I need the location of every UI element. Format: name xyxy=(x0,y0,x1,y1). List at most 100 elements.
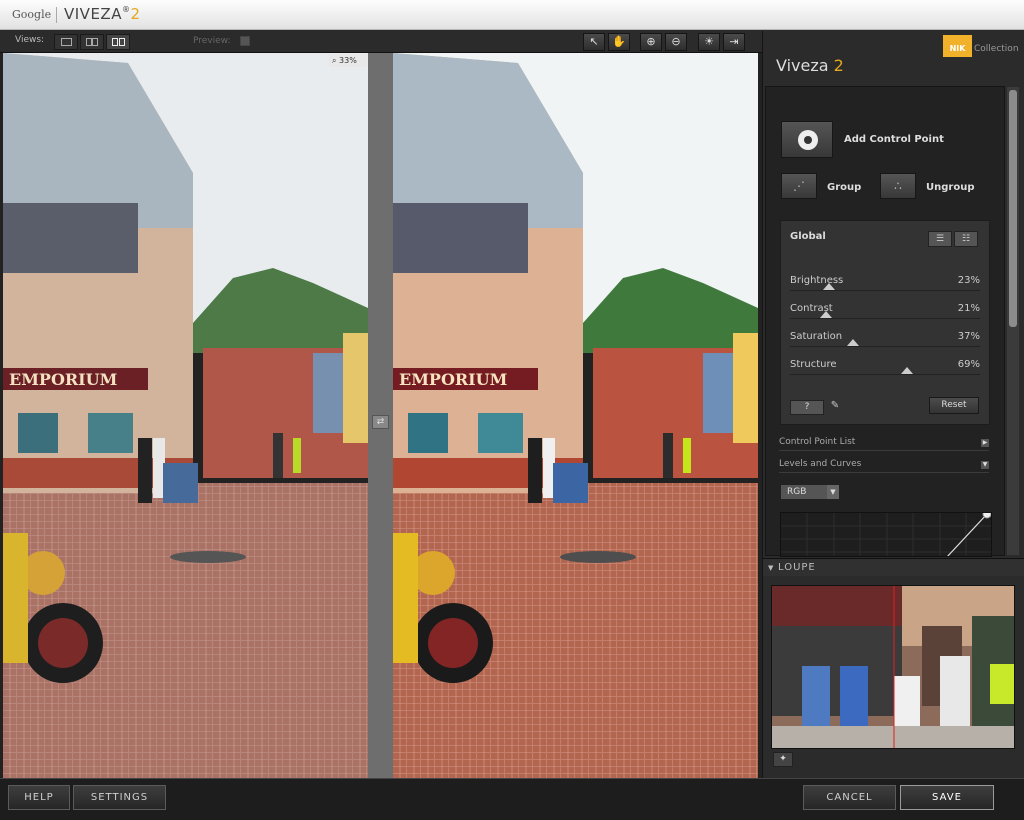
list-collapse-icon: ☰ xyxy=(935,234,945,244)
levels-curves-section[interactable]: Levels and Curves ▼ xyxy=(779,459,989,473)
view-toolbar: Views: Preview: ↖ ✋ ⊕ ⊖ ☀ ⇥ xyxy=(0,31,762,53)
side-by-side-view-button[interactable] xyxy=(106,34,130,50)
saturation-slider[interactable]: Saturation 37% xyxy=(790,331,980,359)
zoom-in-button[interactable]: ⊕ xyxy=(640,33,662,51)
group-icon: ⋰ xyxy=(793,179,805,193)
hand-icon: ✋ xyxy=(612,35,626,48)
split-right-icon xyxy=(92,38,98,46)
chevron-down-icon[interactable]: ▼ xyxy=(981,461,989,469)
views-label: Views: xyxy=(15,35,45,45)
help-button[interactable]: HELP xyxy=(8,785,70,810)
ungroup-button[interactable]: ∴ xyxy=(880,173,916,199)
control-point-dot xyxy=(804,136,812,144)
bulb-icon: ☀ xyxy=(704,35,714,48)
slider-track[interactable] xyxy=(790,318,980,319)
collapse-button[interactable]: ☰ xyxy=(928,231,952,247)
slider-value: 37% xyxy=(957,331,980,342)
google-brand: Google xyxy=(12,8,52,21)
pin-icon[interactable]: ✦ xyxy=(773,752,793,767)
original-photo: EMPORIUM xyxy=(3,53,368,778)
chevron-down-icon: ▼ xyxy=(768,564,775,572)
dropdown-arrow-icon: ▼ xyxy=(827,485,839,499)
ungroup-label[interactable]: Ungroup xyxy=(926,182,974,193)
slider-value: 21% xyxy=(957,303,980,314)
nik-logo: NIK xyxy=(943,35,972,57)
side-left-icon xyxy=(112,38,118,46)
scrollbar-thumb[interactable] xyxy=(1009,90,1017,327)
slider-track[interactable] xyxy=(790,374,980,375)
chevron-right-icon[interactable]: ▶ xyxy=(981,439,989,447)
group-label[interactable]: Group xyxy=(827,182,861,193)
global-title: Global xyxy=(790,231,826,242)
slider-value: 69% xyxy=(957,359,980,370)
preview-label: Preview: xyxy=(193,36,231,46)
cancel-button[interactable]: CANCEL xyxy=(803,785,896,810)
export-icon: ⇥ xyxy=(729,35,739,48)
slider-handle[interactable] xyxy=(846,339,859,346)
add-control-point-label[interactable]: Add Control Point xyxy=(844,134,944,145)
preview-checkbox[interactable] xyxy=(240,36,250,46)
channel-value: RGB xyxy=(787,487,807,497)
zoom-out-button[interactable]: ⊖ xyxy=(665,33,687,51)
curves-graph[interactable] xyxy=(780,512,992,557)
export-button[interactable]: ⇥ xyxy=(723,33,745,51)
single-view-button[interactable] xyxy=(54,34,78,50)
title-bar: Google VIVEZA®2 xyxy=(0,0,1024,30)
background-button[interactable]: ☀ xyxy=(698,33,720,51)
slider-label: Brightness xyxy=(790,275,844,286)
settings-button[interactable]: SETTINGS xyxy=(73,785,166,810)
slider-handle[interactable] xyxy=(819,311,832,318)
panel-title: Viveza 2 xyxy=(776,56,844,75)
channel-select[interactable]: RGB ▼ xyxy=(780,484,840,500)
loupe-label: LOUPE xyxy=(778,562,816,573)
split-view-button[interactable] xyxy=(80,34,104,50)
panel-title-version: 2 xyxy=(833,56,844,75)
magnifier-icon: ⌕ xyxy=(332,56,337,65)
hand-tool-button[interactable]: ✋ xyxy=(608,33,630,51)
viveza-window: Google VIVEZA®2 Views: Preview: ↖ ✋ ⊕ ⊖ … xyxy=(0,0,1024,820)
control-point-list-section[interactable]: Control Point List ▶ xyxy=(779,437,989,451)
slider-label: Structure xyxy=(790,359,837,370)
slider-handle[interactable] xyxy=(823,283,836,290)
swap-views-button[interactable]: ⇄ xyxy=(372,415,389,429)
pipette-icon[interactable]: ✎ xyxy=(827,400,843,415)
zoom-in-icon: ⊕ xyxy=(646,35,656,48)
panel-title-name: Viveza xyxy=(776,56,829,75)
curves-grid xyxy=(781,513,991,556)
list-expand-icon: ☷ xyxy=(961,234,971,244)
panel-scroll-area: Add Control Point ⋰ Group ∴ Ungroup Glob… xyxy=(765,86,1005,557)
adjustment-panel: NIK Collection Viveza 2 Add Control Poin… xyxy=(762,31,1024,778)
help-question-button[interactable]: ? xyxy=(790,400,824,415)
slider-handle[interactable] xyxy=(901,367,914,374)
svg-text:EMPORIUM: EMPORIUM xyxy=(399,370,507,389)
swap-icon: ⇄ xyxy=(376,417,385,427)
contrast-slider[interactable]: Contrast 21% xyxy=(790,303,980,331)
loupe-view xyxy=(771,585,1015,749)
image-viewer[interactable]: EMPORIUM ⇄ ⌕ 33% EMPORIUM xyxy=(0,53,762,778)
bottom-bar: HELP SETTINGS CANCEL SAVE xyxy=(0,778,1024,820)
preview-image[interactable]: EMPORIUM xyxy=(393,53,758,778)
slider-value: 23% xyxy=(957,275,980,286)
group-button[interactable]: ⋰ xyxy=(781,173,817,199)
zoom-out-icon: ⊖ xyxy=(671,35,681,48)
title-separator xyxy=(56,7,57,23)
pointer-tool-button[interactable]: ↖ xyxy=(583,33,605,51)
preview-photo: EMPORIUM xyxy=(393,53,758,778)
panel-scrollbar[interactable] xyxy=(1007,87,1019,555)
structure-slider[interactable]: Structure 69% xyxy=(790,359,980,387)
save-button[interactable]: SAVE xyxy=(900,785,994,810)
slider-track[interactable] xyxy=(790,290,980,291)
side-right-icon xyxy=(119,38,125,46)
slider-track[interactable] xyxy=(790,346,980,347)
single-view-icon xyxy=(61,38,72,46)
brightness-slider[interactable]: Brightness 23% xyxy=(790,275,980,303)
reset-button[interactable]: Reset xyxy=(929,397,979,414)
original-image[interactable]: EMPORIUM xyxy=(3,53,368,778)
section-label: Control Point List xyxy=(779,437,856,447)
add-control-point-button[interactable] xyxy=(781,121,833,158)
expand-button[interactable]: ☷ xyxy=(954,231,978,247)
section-label: Levels and Curves xyxy=(779,459,862,469)
loupe-header[interactable]: ▼ LOUPE xyxy=(763,558,1024,576)
svg-text:EMPORIUM: EMPORIUM xyxy=(9,370,117,389)
arrow-icon: ↖ xyxy=(589,35,599,48)
